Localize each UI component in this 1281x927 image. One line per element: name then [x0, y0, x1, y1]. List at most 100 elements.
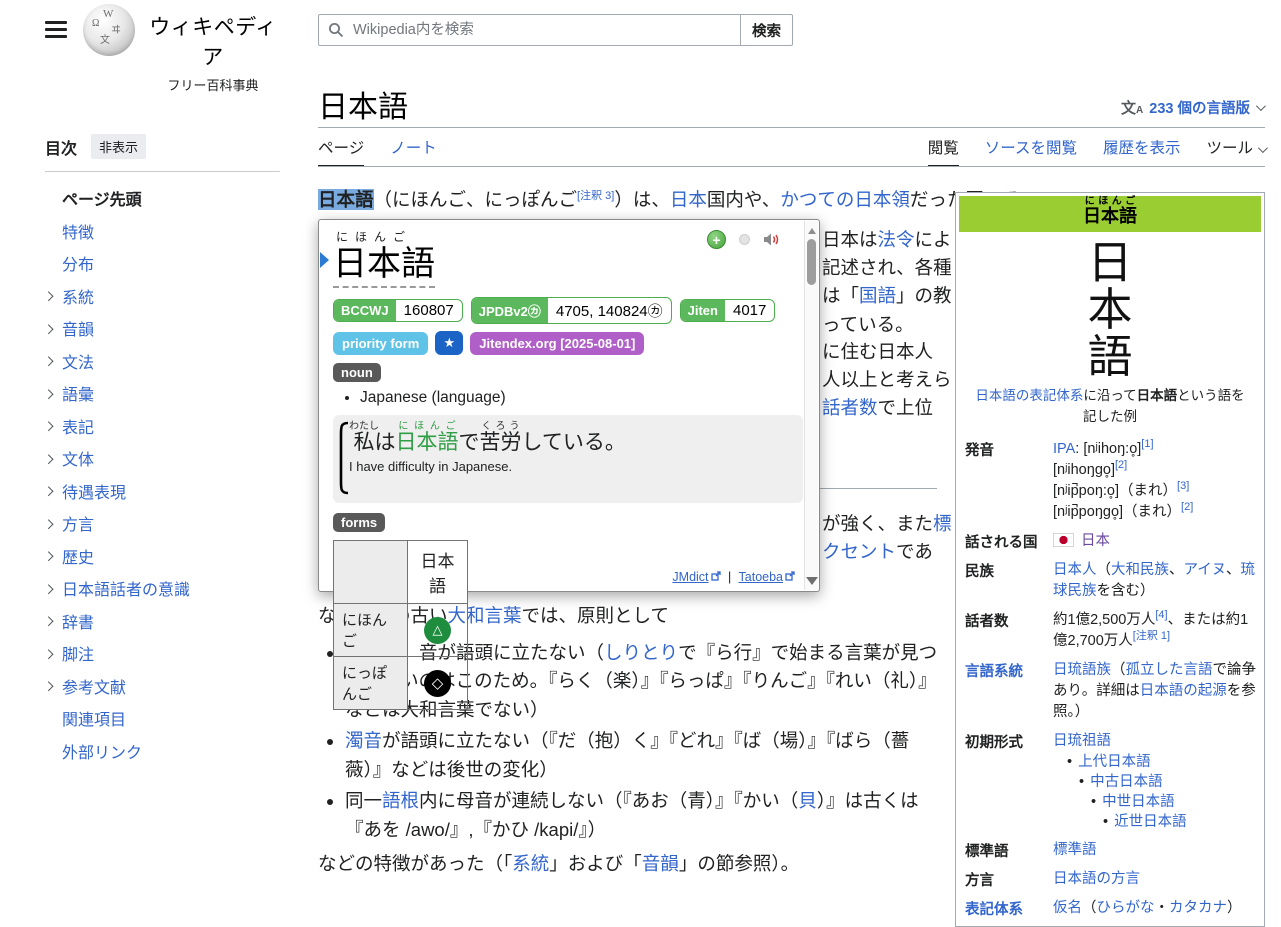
scrollbar-thumb[interactable]: [807, 239, 816, 285]
inline-link[interactable]: しりとり: [604, 642, 678, 663]
tab-talk[interactable]: ノート: [390, 136, 437, 166]
tab-tools[interactable]: ツール: [1206, 136, 1265, 166]
reference-link[interactable]: [4]: [1155, 609, 1167, 621]
menu-icon[interactable]: [45, 21, 67, 38]
toc-item[interactable]: 歴史: [45, 540, 280, 573]
toc-item[interactable]: 系統: [45, 280, 280, 313]
toc-item[interactable]: 語彙: [45, 377, 280, 410]
chevron-right-icon[interactable]: [44, 584, 53, 593]
toc-item[interactable]: 外部リンク: [45, 735, 280, 768]
inline-link[interactable]: ひらがな: [1097, 900, 1155, 916]
reference-link[interactable]: [注釈 3]: [577, 190, 614, 202]
scroll-down-icon[interactable]: [806, 577, 818, 585]
toc-item[interactable]: 分布: [45, 247, 280, 280]
tab-history[interactable]: 履歴を表示: [1103, 136, 1181, 166]
chevron-right-icon[interactable]: [44, 422, 53, 431]
reference-link[interactable]: [2]: [1115, 459, 1127, 471]
tab-view-source[interactable]: ソースを閲覧: [985, 136, 1077, 166]
jmdict-link[interactable]: JMdict: [672, 570, 708, 584]
reference-link[interactable]: [2]: [1181, 501, 1193, 513]
article-text-fragment: は「国語」の教: [822, 282, 952, 310]
inline-link[interactable]: 大和民族: [1111, 562, 1169, 578]
inline-link[interactable]: 日本: [670, 189, 707, 210]
inline-link[interactable]: 日本語の表記体系: [975, 388, 1083, 403]
chevron-right-icon[interactable]: [44, 454, 53, 463]
list-item[interactable]: •中世日本語: [1053, 792, 1259, 812]
site-wordmark[interactable]: ウィキペディア フリー百科事典: [148, 11, 278, 94]
star-button[interactable]: ★: [435, 331, 463, 355]
chevron-right-icon[interactable]: [44, 682, 53, 691]
language-selector[interactable]: 文A 233 個の言語版: [1121, 97, 1263, 118]
inline-link[interactable]: クセント: [822, 541, 896, 562]
toc-item[interactable]: 音韻: [45, 312, 280, 345]
chevron-right-icon[interactable]: [44, 324, 53, 333]
table-of-contents: 目次 非表示 ページ先頭 特徴 分布 系統 音韻 文法 語彙 表記 文体 待遇表…: [45, 134, 280, 767]
inline-link[interactable]: 日本: [1081, 533, 1110, 549]
scroll-up-icon[interactable]: [808, 228, 816, 234]
chevron-right-icon[interactable]: [44, 552, 53, 561]
inline-link[interactable]: 標: [933, 513, 952, 534]
inline-link[interactable]: 仮名: [1053, 900, 1082, 916]
tab-read[interactable]: 閲覧: [928, 136, 959, 166]
list-item[interactable]: •中古日本語: [1053, 772, 1259, 792]
row-label: 方言: [959, 865, 1051, 894]
chevron-right-icon[interactable]: [44, 617, 53, 626]
inline-link[interactable]: 標準語: [1053, 842, 1097, 858]
toc-item[interactable]: 関連項目: [45, 702, 280, 735]
inline-link[interactable]: 日本語の方言: [1053, 871, 1140, 887]
toc-item[interactable]: 脚注: [45, 637, 280, 670]
toc-item[interactable]: 文法: [45, 345, 280, 378]
toc-item[interactable]: 表記: [45, 410, 280, 443]
inline-link[interactable]: 濁音: [345, 730, 382, 751]
search-input[interactable]: [318, 14, 741, 46]
inline-link[interactable]: 日琉語族: [1053, 662, 1111, 678]
popup-scrollbar[interactable]: [804, 221, 818, 590]
toc-item[interactable]: 辞書: [45, 605, 280, 638]
early-forms-list: •上代日本語 •中古日本語 •中世日本語 •近世日本語: [1053, 752, 1259, 832]
wikipedia-logo[interactable]: WΩヰ文: [83, 4, 135, 56]
inline-link[interactable]: 系統: [512, 853, 549, 874]
inline-link[interactable]: 貝: [798, 790, 817, 811]
inline-link[interactable]: 法令: [878, 229, 915, 250]
chevron-right-icon[interactable]: [44, 292, 53, 301]
toc-item[interactable]: 待遇表現: [45, 475, 280, 508]
inline-link[interactable]: 日本語の起源: [1140, 683, 1227, 699]
toc-item[interactable]: 特徴: [45, 215, 280, 248]
reference-link[interactable]: [3]: [1177, 480, 1189, 492]
add-note-secondary-button[interactable]: [739, 234, 750, 245]
tab-page[interactable]: ページ: [318, 136, 364, 166]
reference-link[interactable]: [注釈 1]: [1133, 630, 1170, 642]
toc-item[interactable]: 日本語話者の意識: [45, 572, 280, 605]
add-note-button[interactable]: +: [707, 230, 726, 249]
inline-link[interactable]: アイヌ: [1184, 562, 1227, 578]
toc-item[interactable]: 参考文献: [45, 670, 280, 703]
inline-link[interactable]: 語根: [382, 790, 419, 811]
toc-item-top[interactable]: ページ先頭: [45, 182, 280, 215]
inline-link[interactable]: IPA: [1053, 441, 1075, 457]
inline-link[interactable]: 音韻: [642, 853, 679, 874]
toc-item[interactable]: 文体: [45, 442, 280, 475]
inline-link[interactable]: かつての日本領: [780, 189, 910, 210]
reference-link[interactable]: [1]: [1141, 438, 1153, 450]
chevron-right-icon[interactable]: [44, 357, 53, 366]
chevron-right-icon[interactable]: [44, 389, 53, 398]
inline-link[interactable]: 話者数: [822, 397, 878, 418]
inline-link[interactable]: カタカナ: [1169, 900, 1227, 916]
chevron-right-icon[interactable]: [44, 487, 53, 496]
toc-hide-button[interactable]: 非表示: [91, 134, 146, 159]
list-item[interactable]: •上代日本語: [1053, 752, 1259, 772]
inline-link[interactable]: 日本人: [1053, 562, 1097, 578]
row-label-link[interactable]: 表記体系: [959, 894, 1051, 923]
toc-item[interactable]: 方言: [45, 507, 280, 540]
inline-link[interactable]: 孤立した言語: [1126, 662, 1213, 678]
play-audio-button[interactable]: [763, 232, 781, 247]
inline-link[interactable]: 日琉祖語: [1053, 733, 1111, 749]
tatoeba-link[interactable]: Tatoeba: [739, 570, 783, 584]
row-label-link[interactable]: 言語系統: [959, 656, 1051, 727]
chevron-right-icon[interactable]: [44, 649, 53, 658]
inline-link[interactable]: 国語: [859, 285, 896, 306]
chevron-right-icon[interactable]: [44, 519, 53, 528]
search-button[interactable]: 検索: [740, 14, 793, 46]
list-item[interactable]: •近世日本語: [1053, 812, 1259, 832]
frequency-tag: Jiten4017: [680, 299, 776, 322]
